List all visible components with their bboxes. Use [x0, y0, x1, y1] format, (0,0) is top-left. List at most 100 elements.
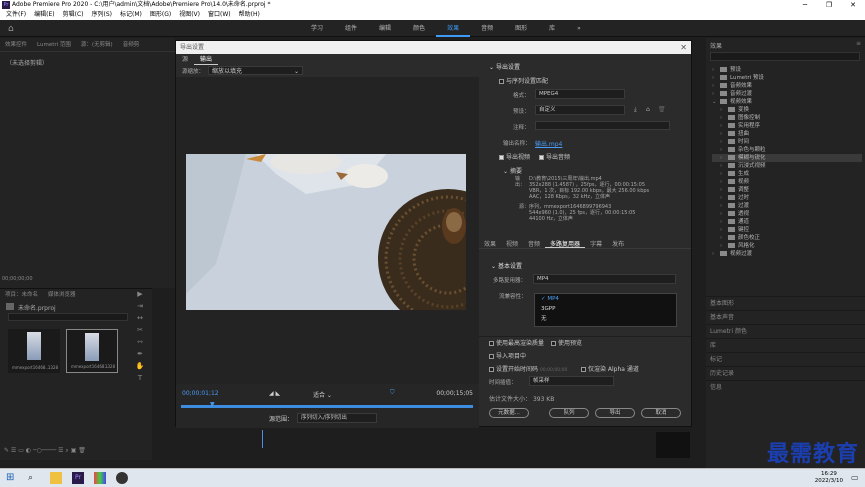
workspace-color[interactable]: 颜色 — [402, 20, 436, 37]
alpha-only-checkbox[interactable]: 仅渲染 Alpha 通道 — [581, 364, 639, 373]
menu-edit[interactable]: 编辑(E) — [30, 10, 58, 20]
chevron-right-icon[interactable]: › — [720, 130, 728, 138]
export-button[interactable]: 导出 — [595, 408, 635, 418]
preset-dropdown[interactable]: 自定义 — [535, 105, 625, 115]
effects-tree-item[interactable]: › 时间 — [712, 138, 862, 146]
chevron-right-icon[interactable]: › — [720, 170, 728, 178]
use-previews-checkbox[interactable]: 使用预览 — [551, 338, 582, 347]
chevron-right-icon[interactable]: › — [720, 122, 728, 130]
chevron-right-icon[interactable]: › — [712, 74, 720, 82]
dialog-close-icon[interactable]: ✕ — [680, 41, 687, 54]
more-workspaces-icon[interactable]: » — [566, 20, 592, 37]
fit-dropdown[interactable]: 适合 ⌄ — [313, 390, 332, 399]
chevron-down-icon[interactable]: ⌄ — [491, 263, 496, 270]
tab-audio-clip[interactable]: 音频剪 — [118, 38, 145, 51]
playhead-icon[interactable]: ▼ — [210, 401, 215, 408]
tab-media-browser[interactable]: 媒体浏览器 — [43, 289, 81, 301]
menu-sequence[interactable]: 序列(S) — [88, 10, 117, 20]
tab-effects[interactable]: 效果 — [479, 239, 501, 248]
metadata-button[interactable]: 元数据... — [489, 408, 529, 418]
effects-tree-item[interactable]: › 音频效果 — [712, 82, 862, 90]
effects-tree-item[interactable]: › 实用程序 — [712, 122, 862, 130]
mark-in-icon[interactable]: ◢ ◣ — [269, 390, 280, 397]
chevron-right-icon[interactable]: › — [720, 114, 728, 122]
menu-option-3gpp[interactable]: 3GPP — [535, 304, 676, 314]
panel-markers[interactable]: 标记 — [706, 352, 865, 366]
chevron-right-icon[interactable]: › — [712, 82, 720, 90]
menu-help[interactable]: 帮助(H) — [235, 10, 264, 20]
effects-tree-item[interactable]: › 生成 — [712, 170, 862, 178]
menu-view[interactable]: 视图(V) — [175, 10, 204, 20]
ripple-edit-icon[interactable]: ↔ — [133, 314, 147, 326]
effects-tree-item[interactable]: › 调整 — [712, 186, 862, 194]
time-interpolation-dropdown[interactable]: 帧采样 — [529, 376, 614, 386]
effects-tree-item[interactable]: › 过时 — [712, 194, 862, 202]
tab-effect-controls[interactable]: 效果控件 — [0, 38, 32, 51]
checkbox[interactable] — [539, 155, 544, 160]
output-name-link[interactable]: 输出.mp4 — [535, 139, 562, 148]
search-icon[interactable]: ⌕ — [28, 472, 40, 484]
checkbox[interactable] — [489, 367, 494, 372]
type-tool-icon[interactable]: T — [133, 374, 147, 386]
preview-scrubber[interactable] — [181, 405, 473, 408]
panel-lumetri-color[interactable]: Lumetri 颜色 — [706, 324, 865, 338]
track-select-icon[interactable]: ⇥ — [133, 302, 147, 314]
menu-option-mp4[interactable]: ✓ MP4 — [535, 294, 676, 304]
start-timecode-checkbox[interactable]: 设置开始时间码 00;00;00;00 — [489, 364, 567, 373]
comments-input[interactable] — [535, 121, 670, 130]
effects-tree-item[interactable]: › 通道 — [712, 218, 862, 226]
checkbox[interactable] — [489, 354, 494, 359]
format-dropdown[interactable]: MPEG4 — [535, 89, 625, 99]
effects-tree-item[interactable]: ⌄ 视频效果 — [712, 98, 862, 106]
tab-lumetri-scopes[interactable]: Lumetri 范围 — [32, 38, 76, 51]
menu-option-none[interactable]: 无 — [535, 314, 676, 324]
chevron-right-icon[interactable]: › — [720, 154, 728, 162]
pen-tool-icon[interactable]: ✒ — [133, 350, 147, 362]
chevron-down-icon[interactable]: ⌄ — [712, 98, 720, 106]
delete-preset-icon[interactable]: 🗑 — [658, 106, 666, 113]
chevron-down-icon[interactable]: ⌄ — [503, 168, 508, 175]
tab-output[interactable]: 输出 — [194, 54, 219, 65]
selection-tool-icon[interactable]: ▶ — [133, 290, 147, 302]
effects-tree-item[interactable]: › 风格化 — [712, 242, 862, 250]
menu-graphics[interactable]: 图形(G) — [146, 10, 175, 20]
system-clock[interactable]: 16:29 2022/3/10 — [815, 471, 843, 485]
workspace-editing[interactable]: 编辑 — [368, 20, 402, 37]
media-taskbar-icon[interactable] — [116, 472, 128, 484]
chevron-right-icon[interactable]: › — [720, 194, 728, 202]
tab-captions[interactable]: 字幕 — [585, 239, 607, 248]
tab-source[interactable]: 源：(无剪辑) — [76, 38, 118, 51]
project-clip-item[interactable]: mmexport16468... 1328 — [8, 329, 60, 373]
chevron-right-icon[interactable]: › — [720, 186, 728, 194]
tab-video[interactable]: 视频 — [501, 239, 523, 248]
notification-icon[interactable]: ▭ — [851, 473, 861, 483]
menu-file[interactable]: 文件(F) — [2, 10, 30, 20]
slip-tool-icon[interactable]: ⇿ — [133, 338, 147, 350]
effects-tree-item[interactable]: › 变换 — [712, 106, 862, 114]
panel-essential-graphics[interactable]: 基本图形 — [706, 296, 865, 310]
project-search-input[interactable] — [8, 313, 128, 321]
panel-history[interactable]: 历史记录 — [706, 366, 865, 380]
chevron-right-icon[interactable]: › — [720, 106, 728, 114]
workspace-graphics[interactable]: 图形 — [504, 20, 538, 37]
chevron-right-icon[interactable]: › — [720, 178, 728, 186]
import-preset-icon[interactable]: ⌂ — [646, 106, 650, 113]
workspace-effects[interactable]: 效果 — [436, 20, 471, 37]
chevron-right-icon[interactable]: › — [720, 146, 728, 154]
effects-tree-item[interactable]: › 视频 — [712, 178, 862, 186]
chevron-right-icon[interactable]: › — [712, 90, 720, 98]
chevron-right-icon[interactable]: › — [720, 226, 728, 234]
match-sequence-checkbox[interactable]: 与序列设置匹配 — [499, 76, 548, 85]
export-video-checkbox[interactable]: 导出视频 — [499, 152, 530, 161]
premiere-taskbar-icon[interactable]: Pr — [72, 472, 84, 484]
source-scale-dropdown[interactable]: 缩放以填充 ⌄ — [208, 66, 303, 75]
tab-source[interactable]: 源 — [176, 54, 194, 65]
panel-essential-sound[interactable]: 基本声音 — [706, 310, 865, 324]
chevron-right-icon[interactable]: › — [712, 250, 720, 258]
menu-window[interactable]: 窗口(W) — [204, 10, 235, 20]
effects-tree-item[interactable]: › 视频过渡 — [712, 250, 862, 258]
save-preset-icon[interactable]: ⤓ — [634, 106, 637, 114]
current-timecode[interactable]: 00;00;01;12 — [182, 390, 219, 397]
multiplexer-dropdown[interactable]: MP4 — [533, 274, 676, 284]
checkbox[interactable] — [499, 79, 504, 84]
